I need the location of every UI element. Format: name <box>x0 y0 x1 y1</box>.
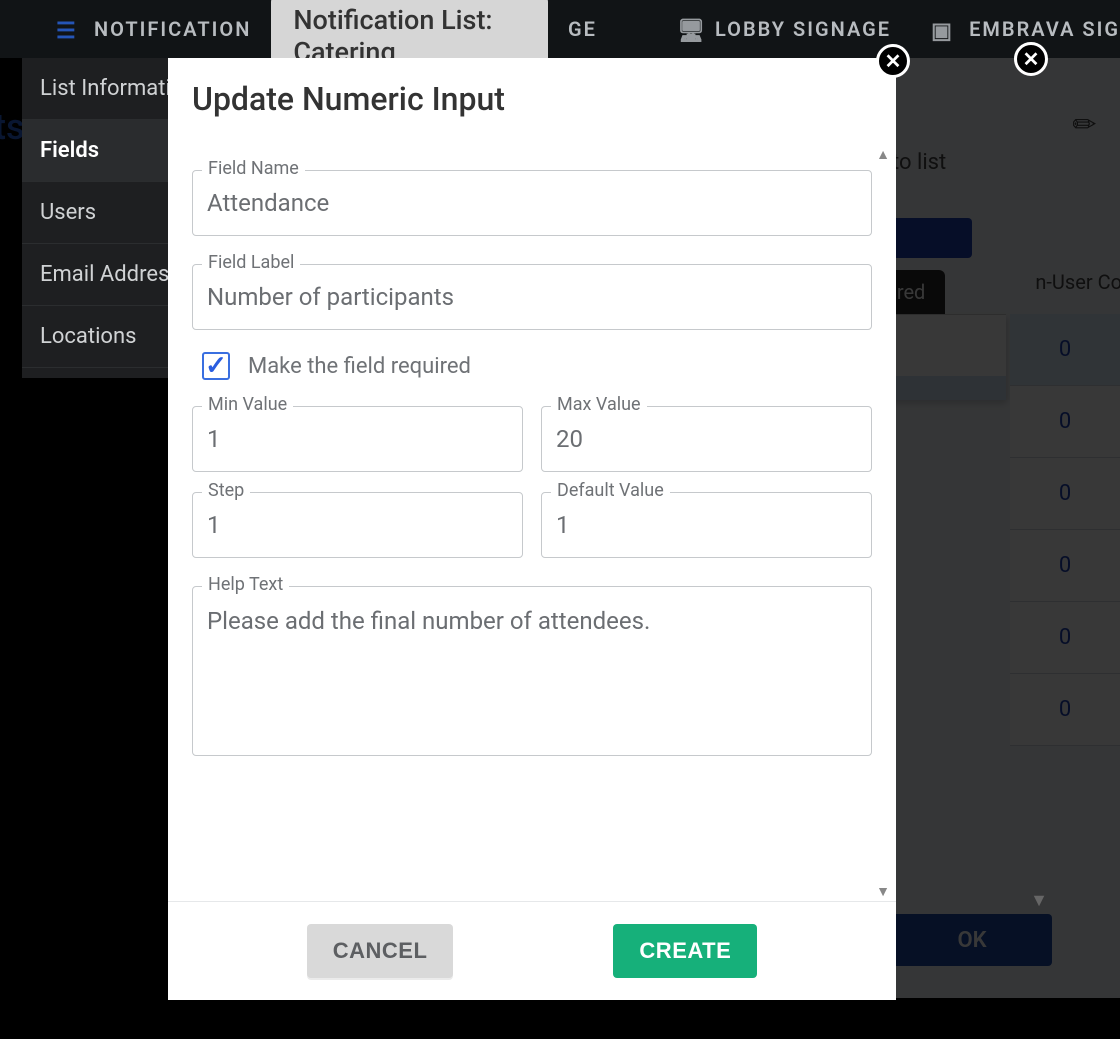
max-value-label: Max Value <box>551 394 647 415</box>
nav-label: EMBRAVA SIG <box>969 17 1120 41</box>
min-value-group: Min Value <box>192 406 523 472</box>
nav-label: LOBBY SIGNAGE <box>715 17 891 41</box>
default-value-input[interactable] <box>541 492 872 558</box>
help-text-input[interactable] <box>192 586 872 756</box>
cancel-label: CANCEL <box>333 938 428 963</box>
field-name-label: Field Name <box>202 158 305 179</box>
default-value-group: Default Value <box>541 492 872 558</box>
monitor-icon <box>677 19 701 39</box>
help-text-group: Help Text <box>192 586 872 760</box>
nav-item-embrava[interactable]: EMBRAVA SIG <box>931 17 1120 41</box>
modal-title: Update Numeric Input <box>168 58 896 128</box>
help-text-label: Help Text <box>202 574 289 595</box>
min-value-input[interactable] <box>192 406 523 472</box>
nav-item-notification[interactable]: NOTIFICATION <box>56 17 251 41</box>
modal-body: Field Name Field Label ✓ Make the field … <box>168 128 896 901</box>
nav-item-fragment[interactable]: GE <box>568 17 597 41</box>
field-label-group: Field Label <box>192 264 872 330</box>
field-name-input[interactable] <box>192 170 872 236</box>
embrava-icon <box>931 19 955 39</box>
update-numeric-input-modal: ✕ ▲ ▼ Update Numeric Input Field Name Fi… <box>168 58 896 1000</box>
list-icon <box>56 19 80 39</box>
checkmark-icon: ✓ <box>205 351 227 381</box>
scroll-down-icon[interactable]: ▼ <box>876 883 890 900</box>
step-label: Step <box>202 480 250 501</box>
create-label: CREATE <box>639 938 731 963</box>
default-value-label: Default Value <box>551 480 670 501</box>
nav-label: GE <box>568 17 597 41</box>
required-checkbox-row[interactable]: ✓ Make the field required <box>202 352 872 380</box>
close-modal-button[interactable]: ✕ <box>876 44 910 78</box>
create-button[interactable]: CREATE <box>613 924 757 978</box>
max-value-input[interactable] <box>541 406 872 472</box>
step-group: Step <box>192 492 523 558</box>
scroll-up-icon[interactable]: ▲ <box>876 146 890 163</box>
required-checkbox[interactable]: ✓ <box>202 352 230 380</box>
close-icon: ✕ <box>885 49 902 73</box>
required-label: Make the field required <box>248 354 471 379</box>
max-value-group: Max Value <box>541 406 872 472</box>
field-name-group: Field Name <box>192 170 872 236</box>
field-label-input[interactable] <box>192 264 872 330</box>
nav-label: NOTIFICATION <box>94 17 251 41</box>
modal-footer: CANCEL CREATE <box>168 901 896 1000</box>
min-value-label: Min Value <box>202 394 293 415</box>
nav-item-lobby-signage[interactable]: LOBBY SIGNAGE <box>677 17 891 41</box>
step-input[interactable] <box>192 492 523 558</box>
top-nav: NOTIFICATION Notification List: Catering… <box>0 0 1120 58</box>
field-label-label: Field Label <box>202 252 300 273</box>
cancel-button[interactable]: CANCEL <box>307 924 454 978</box>
